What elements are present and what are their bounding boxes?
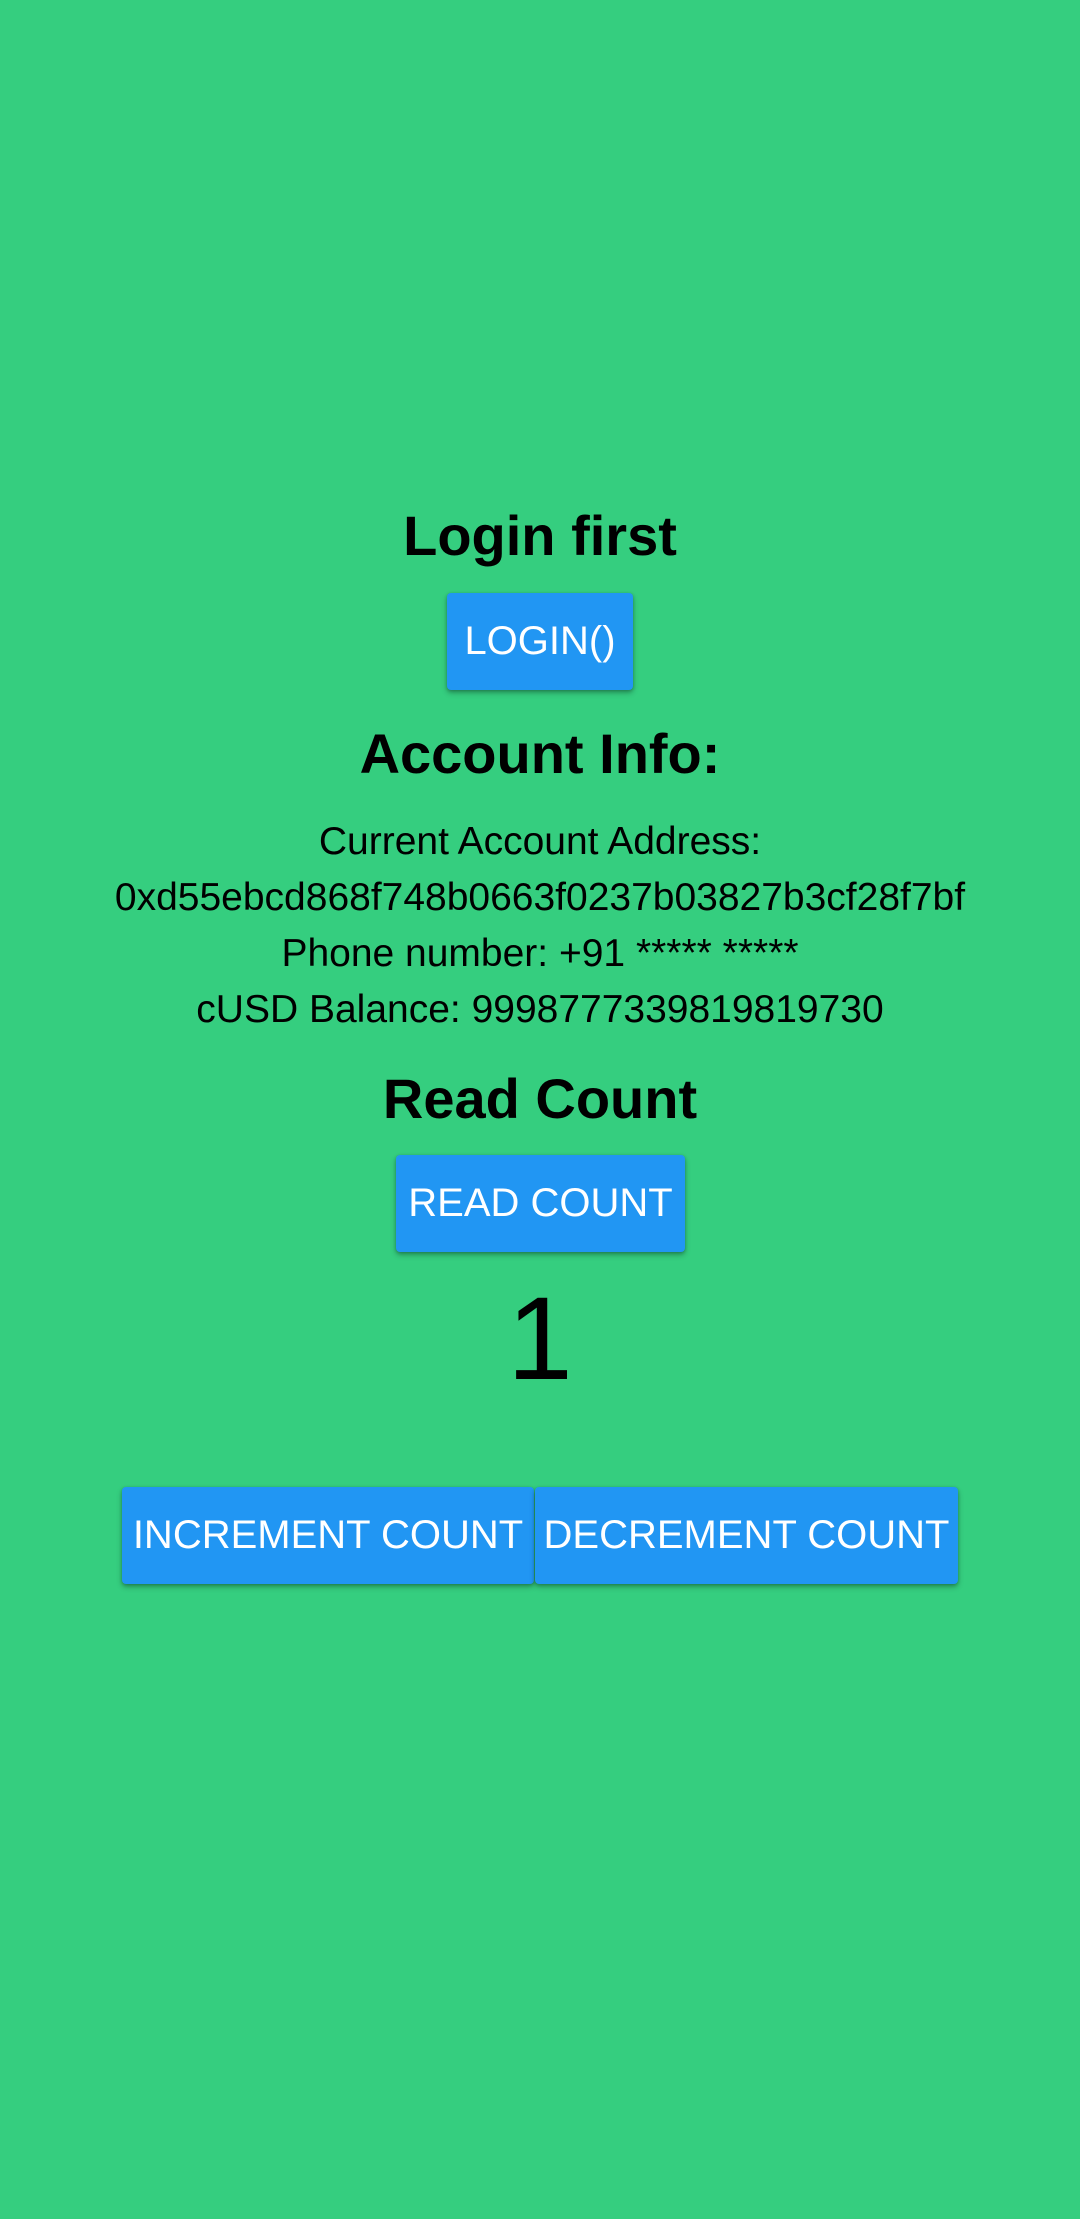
account-address-label: Current Account Address: bbox=[318, 820, 762, 863]
decrement-count-button[interactable]: DECREMENT COUNT bbox=[535, 1487, 958, 1584]
account-address-value: 0xd55ebcd868f748b0663f0237b03827b3cf28f7… bbox=[114, 876, 966, 919]
login-heading: Login first bbox=[403, 504, 677, 567]
login-button[interactable]: LOGIN() bbox=[447, 593, 633, 690]
app-screen: Login first LOGIN() Account Info: Curren… bbox=[0, 0, 1080, 2219]
phone-number-text: Phone number: +91 ***** ***** bbox=[281, 932, 799, 975]
increment-count-button[interactable]: INCREMENT COUNT bbox=[122, 1487, 534, 1584]
count-value: 1 bbox=[507, 1273, 573, 1405]
account-info-heading: Account Info: bbox=[359, 722, 721, 785]
read-count-heading: Read Count bbox=[382, 1067, 698, 1130]
read-count-button[interactable]: READ COUNT bbox=[396, 1155, 685, 1252]
cusd-balance-text: cUSD Balance: 9998777339819819730 bbox=[196, 988, 884, 1031]
